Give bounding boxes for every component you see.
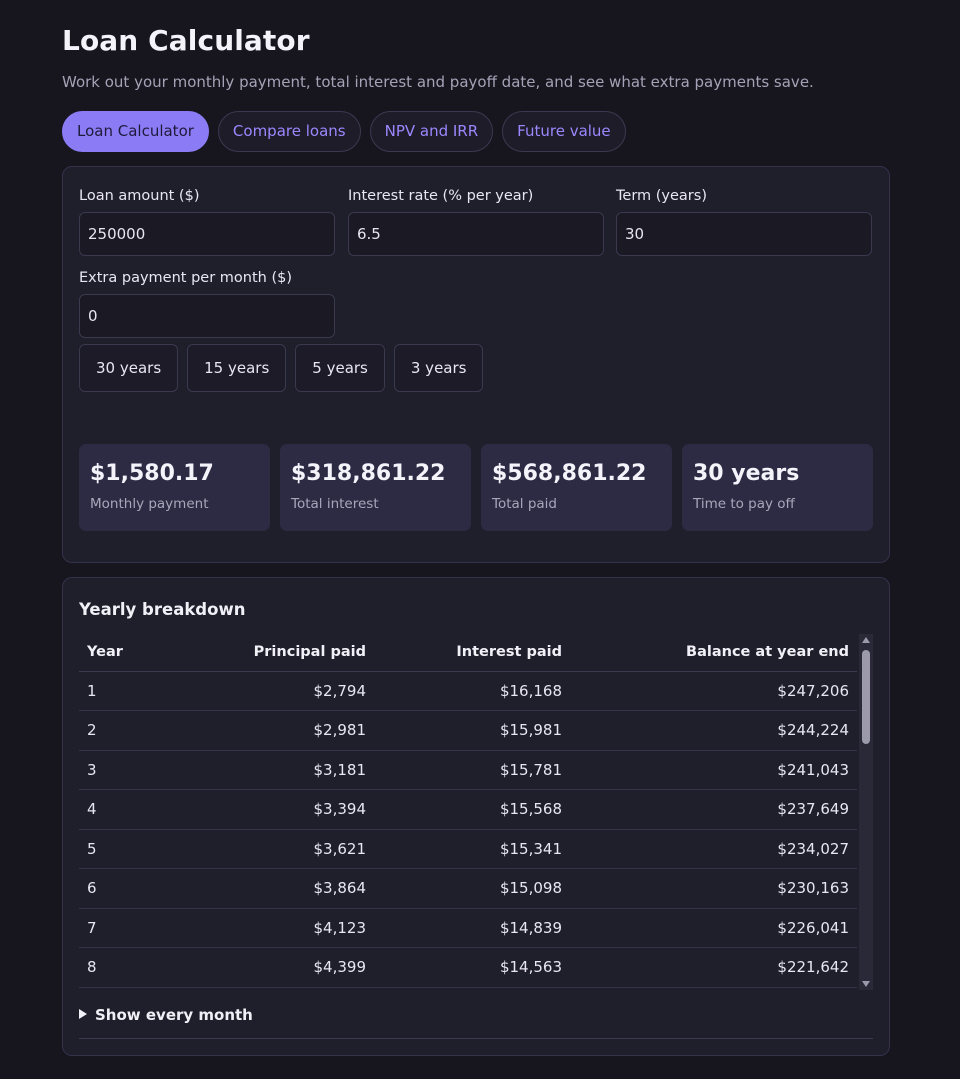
cell-year: 2 — [79, 710, 169, 751]
cell-balance: $234,027 — [570, 829, 857, 869]
breakdown-table-scroll[interactable]: Year Principal paid Interest paid Balanc… — [79, 634, 873, 990]
breakdown-table: Year Principal paid Interest paid Balanc… — [79, 634, 857, 988]
cell-interest: $15,341 — [374, 829, 570, 869]
extra-payment-field-group: Extra payment per month ($) 0 — [79, 270, 335, 338]
table-row: 7 $4,123 $14,839 $226,041 — [79, 908, 857, 948]
interest-rate-label: Interest rate (% per year) — [348, 188, 534, 204]
show-every-month-toggle[interactable]: Show every month — [79, 1006, 873, 1039]
term-presets: 30 years 15 years 5 years 3 years — [79, 344, 484, 392]
cell-principal: $3,394 — [169, 789, 374, 830]
stat-total-paid: $568,861.22 Total paid — [481, 444, 672, 531]
cell-balance: $237,649 — [570, 789, 857, 830]
scroll-down-arrow-icon[interactable] — [862, 981, 870, 987]
stat-time-to-pay-off: 30 years Time to pay off — [682, 444, 873, 531]
loan-inputs-card: Loan amount ($) 250000 Interest rate (% … — [62, 166, 890, 563]
table-row: 1 $2,794 $16,168 $247,206 — [79, 671, 857, 711]
cell-principal: $2,794 — [169, 671, 374, 711]
tab-future-value[interactable]: Future value — [502, 111, 626, 152]
table-row: 8 $4,399 $14,563 $221,642 — [79, 947, 857, 988]
results-summary: $1,580.17 Monthly payment $318,861.22 To… — [79, 444, 873, 531]
cell-year: 7 — [79, 908, 169, 948]
cell-interest: $15,098 — [374, 868, 570, 909]
column-header-interest: Interest paid — [374, 634, 570, 672]
table-row: 6 $3,864 $15,098 $230,163 — [79, 868, 857, 909]
cell-year: 4 — [79, 789, 169, 830]
cell-year: 8 — [79, 947, 169, 988]
page-subtitle: Work out your monthly payment, total int… — [62, 73, 814, 91]
cell-balance: $230,163 — [570, 868, 857, 909]
cell-year: 5 — [79, 829, 169, 869]
cell-balance: $221,642 — [570, 947, 857, 988]
column-header-balance: Balance at year end — [570, 634, 857, 672]
term-label: Term (years) — [616, 188, 707, 204]
column-header-principal: Principal paid — [169, 634, 374, 672]
term-field-group: Term (years) 30 — [616, 188, 872, 256]
cell-principal: $3,864 — [169, 868, 374, 909]
cell-interest: $15,781 — [374, 750, 570, 790]
cell-year: 3 — [79, 750, 169, 790]
interest-rate-field-group: Interest rate (% per year) 6.5 — [348, 188, 604, 256]
loan-amount-input[interactable]: 250000 — [79, 212, 335, 256]
stat-label: Total paid — [492, 496, 557, 512]
stat-label: Monthly payment — [90, 496, 209, 512]
table-header-row: Year Principal paid Interest paid Balanc… — [79, 634, 857, 672]
loan-amount-label: Loan amount ($) — [79, 188, 200, 204]
disclosure-triangle-icon — [79, 1009, 87, 1019]
preset-15-years-button[interactable]: 15 years — [187, 344, 287, 392]
cell-principal: $4,123 — [169, 908, 374, 948]
loan-amount-field-group: Loan amount ($) 250000 — [79, 188, 335, 256]
stat-value: $318,861.22 — [291, 461, 446, 486]
preset-30-years-button[interactable]: 30 years — [79, 344, 179, 392]
table-row: 5 $3,621 $15,341 $234,027 — [79, 829, 857, 869]
table-scrollbar[interactable] — [859, 634, 873, 990]
page-title: Loan Calculator — [62, 24, 310, 57]
stat-value: $1,580.17 — [90, 461, 214, 486]
tab-npv-irr[interactable]: NPV and IRR — [369, 111, 494, 152]
column-header-year: Year — [79, 634, 169, 672]
cell-interest: $15,568 — [374, 789, 570, 830]
cell-principal: $3,621 — [169, 829, 374, 869]
extra-payment-input[interactable]: 0 — [79, 294, 335, 338]
cell-principal: $4,399 — [169, 947, 374, 988]
cell-principal: $3,181 — [169, 750, 374, 790]
cell-interest: $16,168 — [374, 671, 570, 711]
table-row: 4 $3,394 $15,568 $237,649 — [79, 789, 857, 830]
loan-calculator-page: Loan Calculator Work out your monthly pa… — [0, 0, 960, 1079]
cell-interest: $14,839 — [374, 908, 570, 948]
tab-loan-calculator[interactable]: Loan Calculator — [62, 111, 209, 152]
scroll-thumb[interactable] — [862, 650, 870, 744]
cell-principal: $2,981 — [169, 710, 374, 751]
extra-payment-label: Extra payment per month ($) — [79, 270, 292, 286]
preset-5-years-button[interactable]: 5 years — [295, 344, 385, 392]
cell-balance: $244,224 — [570, 710, 857, 751]
interest-rate-input[interactable]: 6.5 — [348, 212, 604, 256]
tab-compare-loans[interactable]: Compare loans — [217, 111, 361, 152]
cell-balance: $241,043 — [570, 750, 857, 790]
table-row: 3 $3,181 $15,781 $241,043 — [79, 750, 857, 790]
preset-3-years-button[interactable]: 3 years — [393, 344, 484, 392]
cell-interest: $15,981 — [374, 710, 570, 751]
show-every-month-label: Show every month — [95, 1006, 253, 1024]
cell-year: 1 — [79, 671, 169, 711]
table-row: 2 $2,981 $15,981 $244,224 — [79, 710, 857, 751]
stat-monthly-payment: $1,580.17 Monthly payment — [79, 444, 270, 531]
breakdown-title: Yearly breakdown — [79, 600, 246, 619]
tab-bar: Loan Calculator Compare loans NPV and IR… — [62, 111, 626, 152]
stat-value: 30 years — [693, 461, 800, 486]
yearly-breakdown-card: Yearly breakdown Year Principal paid Int… — [62, 577, 890, 1056]
cell-year: 6 — [79, 868, 169, 909]
cell-balance: $226,041 — [570, 908, 857, 948]
cell-balance: $247,206 — [570, 671, 857, 711]
stat-value: $568,861.22 — [492, 461, 647, 486]
cell-interest: $14,563 — [374, 947, 570, 988]
scroll-up-arrow-icon[interactable] — [862, 637, 870, 643]
stat-label: Time to pay off — [693, 496, 795, 512]
stat-total-interest: $318,861.22 Total interest — [280, 444, 471, 531]
stat-label: Total interest — [291, 496, 379, 512]
term-input[interactable]: 30 — [616, 212, 872, 256]
